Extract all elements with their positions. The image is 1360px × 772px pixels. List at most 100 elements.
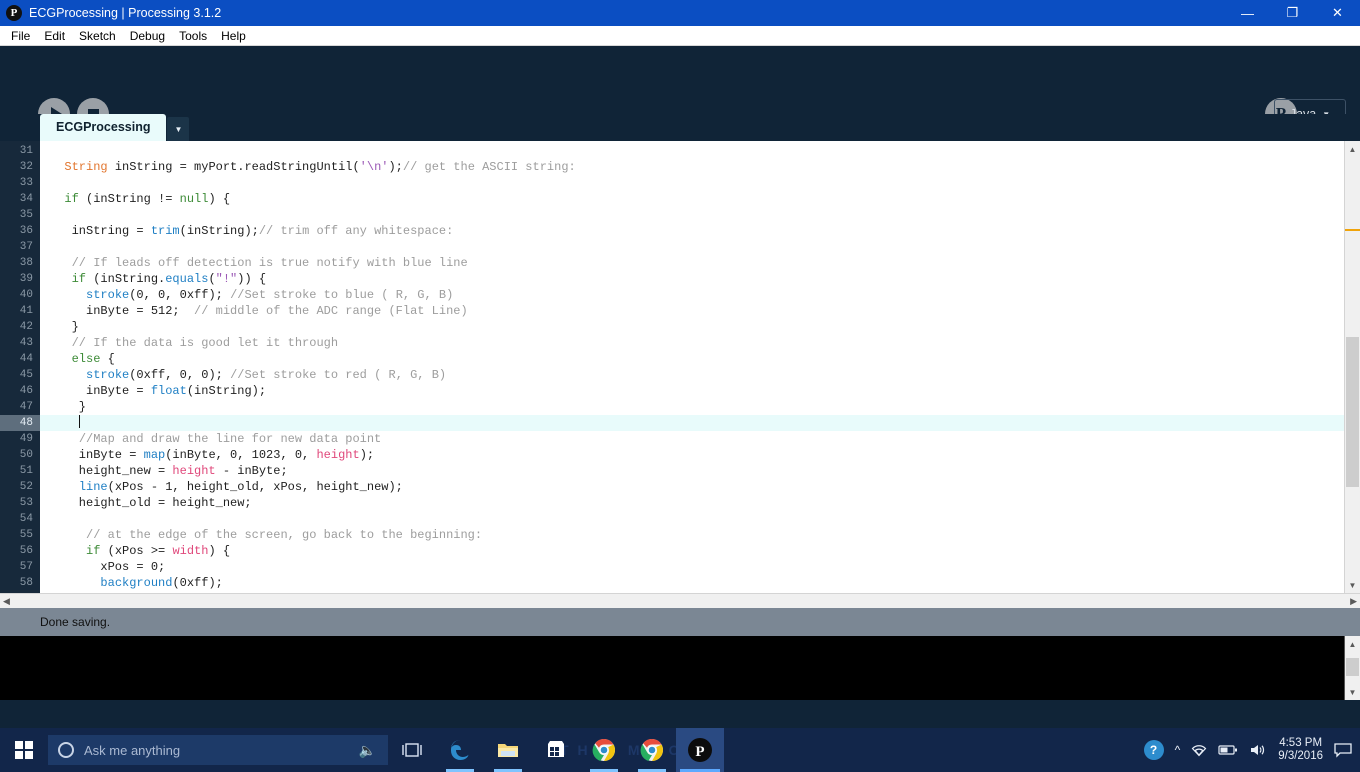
line-number: 55 (19, 529, 33, 541)
editor-horizontal-scrollbar[interactable]: ◀ ▶ (0, 593, 1360, 608)
menu-file[interactable]: File (4, 26, 37, 46)
code-text-area[interactable]: String inString = myPort.readStringUntil… (40, 141, 1344, 593)
console-scrollbar-thumb[interactable] (1346, 658, 1359, 676)
line-number-gutter: 31 32 33 34 35 36 37 38 39 40 41 42 43 44 45 46 47 48 49 50… (0, 141, 40, 593)
minimize-button[interactable]: — (1225, 0, 1270, 26)
microphone-icon[interactable]: 🔈 (359, 742, 376, 759)
code-line[interactable]: background(0xff); (40, 575, 1344, 591)
line-number: 35 (19, 209, 33, 221)
sketch-tab-ecgprocessing[interactable]: ECGProcessing (40, 114, 167, 141)
code-line[interactable]: inByte = map(inByte, 0, 1023, 0, height)… (40, 447, 1344, 463)
task-view-icon (402, 743, 422, 757)
volume-icon[interactable] (1249, 743, 1267, 757)
editor-vertical-scrollbar[interactable]: ▲ ▼ (1344, 141, 1360, 593)
line-number: 53 (19, 497, 33, 509)
taskbar-item-chrome-1[interactable] (580, 728, 628, 772)
scroll-up-icon[interactable]: ▲ (1345, 141, 1360, 157)
code-line[interactable]: xPos = 0; (40, 559, 1344, 575)
search-placeholder: Ask me anything (84, 742, 181, 758)
cortana-icon (58, 742, 74, 758)
window-titlebar: P ECGProcessing | Processing 3.1.2 — ❐ ✕ (0, 0, 1360, 26)
windows-logo-icon (15, 741, 33, 759)
clock-date: 9/3/2016 (1278, 750, 1323, 762)
chevron-up-icon[interactable]: ^ (1175, 743, 1181, 757)
code-line[interactable]: String inString = myPort.readStringUntil… (40, 159, 1344, 175)
line-number: 48 (0, 415, 40, 431)
taskbar-item-task-view[interactable] (388, 728, 436, 772)
scroll-left-icon[interactable]: ◀ (3, 596, 10, 607)
window-controls: — ❐ ✕ (1225, 0, 1360, 26)
menu-tools[interactable]: Tools (172, 26, 214, 46)
code-line[interactable]: // If leads off detection is true notify… (40, 255, 1344, 271)
line-number: 54 (19, 513, 33, 525)
close-button[interactable]: ✕ (1315, 0, 1360, 26)
line-number: 57 (19, 561, 33, 573)
code-line[interactable] (40, 239, 1344, 255)
code-line[interactable]: if (inString != null) { (40, 191, 1344, 207)
code-editor[interactable]: 31 32 33 34 35 36 37 38 39 40 41 42 43 44 45 46 47 48 49 50… (0, 141, 1360, 593)
start-button[interactable] (0, 728, 48, 772)
code-line[interactable]: if (xPos >= width) { (40, 543, 1344, 559)
processing-icon: P (688, 738, 712, 762)
menu-help[interactable]: Help (214, 26, 253, 46)
menu-debug[interactable]: Debug (123, 26, 172, 46)
code-line[interactable]: height_new = height - inByte; (40, 463, 1344, 479)
folder-icon (498, 744, 518, 757)
scrollbar-thumb[interactable] (1346, 337, 1359, 487)
line-number: 50 (19, 449, 33, 461)
scroll-right-icon[interactable]: ▶ (1350, 596, 1357, 607)
scroll-down-icon[interactable]: ▼ (1345, 577, 1360, 593)
code-line[interactable]: stroke(0, 0, 0xff); //Set stroke to blue… (40, 287, 1344, 303)
taskbar-items: P (388, 728, 724, 772)
code-line[interactable]: //Map and draw the line for new data poi… (40, 431, 1344, 447)
console-scroll-down-icon[interactable]: ▼ (1345, 684, 1360, 700)
line-number: 40 (19, 289, 33, 301)
sketch-tab-strip: ECGProcessing ▼ (0, 114, 1360, 141)
line-number: 58 (19, 577, 33, 589)
taskbar-item-processing[interactable]: P (676, 728, 724, 772)
code-line[interactable]: // If the data is good let it through (40, 335, 1344, 351)
code-line[interactable]: inByte = float(inString); (40, 383, 1344, 399)
menu-sketch[interactable]: Sketch (72, 26, 123, 46)
code-line[interactable]: else { (40, 351, 1344, 367)
chrome-icon (592, 738, 615, 761)
code-line[interactable]: inByte = 512; // middle of the ADC range… (40, 303, 1344, 319)
code-line[interactable] (40, 511, 1344, 527)
console-scrollbar[interactable]: ▲ ▼ (1344, 636, 1360, 700)
scroll-marker (1345, 229, 1360, 231)
svg-text:P: P (695, 744, 704, 760)
taskbar-clock[interactable]: 4:53 PM 9/3/2016 (1278, 737, 1323, 763)
line-number: 49 (19, 433, 33, 445)
code-line[interactable] (40, 207, 1344, 223)
taskbar-item-chrome-2[interactable] (628, 728, 676, 772)
code-line[interactable]: inString = trim(inString);// trim off an… (40, 223, 1344, 239)
code-line[interactable] (40, 143, 1344, 159)
code-line[interactable]: line(xPos - 1, height_old, xPos, height_… (40, 479, 1344, 495)
taskbar-item-file-explorer[interactable] (484, 728, 532, 772)
battery-icon[interactable] (1218, 744, 1238, 756)
code-line[interactable]: // at the edge of the screen, go back to… (40, 527, 1344, 543)
restore-button[interactable]: ❐ (1270, 0, 1315, 26)
search-input[interactable]: Ask me anything 🔈 (48, 735, 388, 765)
code-line[interactable]: stroke(0xff, 0, 0); //Set stroke to red … (40, 367, 1344, 383)
taskbar-item-microsoft-store[interactable] (532, 728, 580, 772)
chrome-icon (640, 738, 663, 761)
menu-edit[interactable]: Edit (37, 26, 72, 46)
console-scroll-up-icon[interactable]: ▲ (1345, 636, 1360, 652)
code-line[interactable]: height_old = height_new; (40, 495, 1344, 511)
code-line[interactable]: } (40, 319, 1344, 335)
console-output[interactable] (0, 636, 1344, 700)
code-line[interactable]: } (40, 399, 1344, 415)
help-icon[interactable]: ? (1143, 740, 1164, 760)
wifi-icon[interactable] (1191, 743, 1207, 757)
line-number: 39 (19, 273, 33, 285)
line-number: 36 (19, 225, 33, 237)
notification-icon[interactable] (1334, 742, 1352, 758)
code-line[interactable] (40, 175, 1344, 191)
line-number: 51 (19, 465, 33, 477)
line-number: 52 (19, 481, 33, 493)
code-line[interactable] (40, 415, 1344, 431)
tab-menu-button[interactable]: ▼ (167, 117, 190, 141)
code-line[interactable]: if (inString.equals("!")) { (40, 271, 1344, 287)
taskbar-item-edge[interactable] (436, 728, 484, 772)
